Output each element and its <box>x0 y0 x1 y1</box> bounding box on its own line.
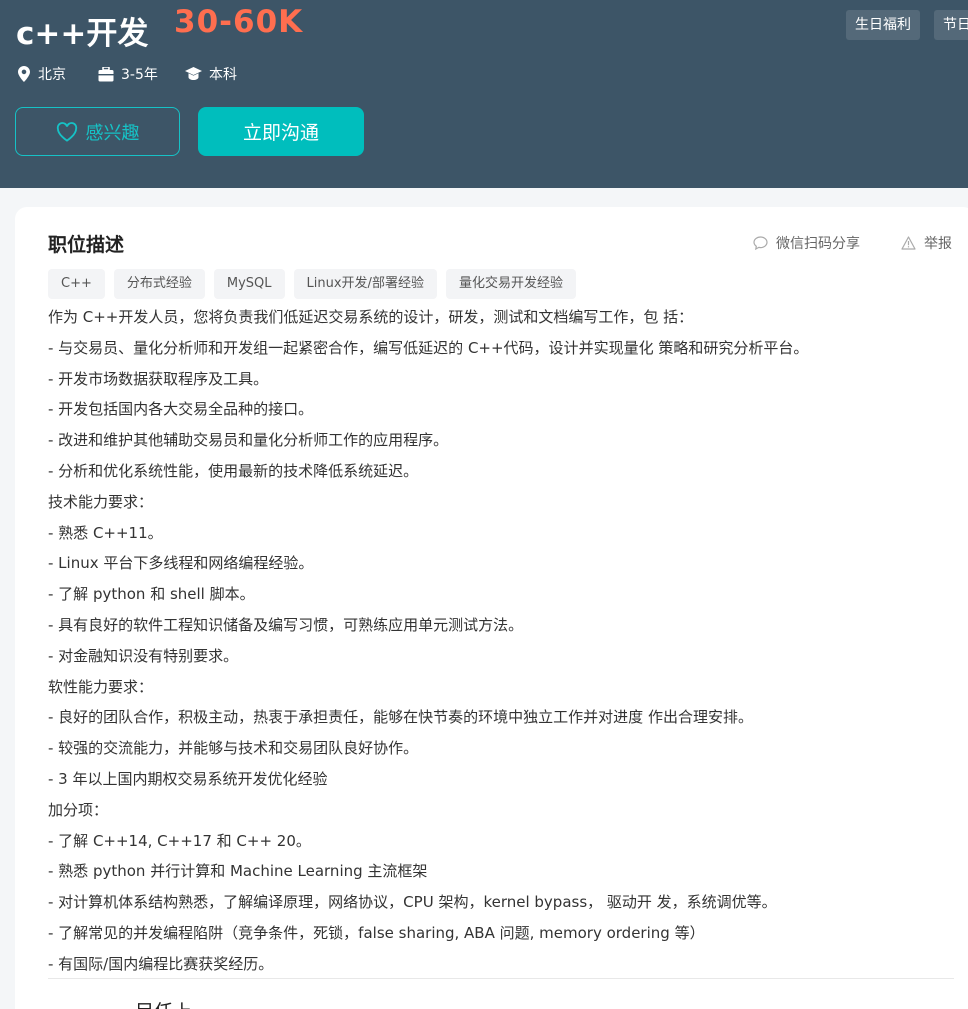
description-line: 作为 C++开发人员，您将负责我们低延迟交易系统的设计，研发，测试和文档编写工作… <box>48 308 694 326</box>
skill-tag: C++ <box>48 269 105 299</box>
description-line: - 开发包括国内各大交易全品种的接口。 <box>48 400 314 419</box>
salary: 30-60K <box>174 4 304 40</box>
benefit-tag-birthday: 生日福利 <box>846 10 920 40</box>
meta-education: 本科 <box>185 64 237 84</box>
description-line: 软性能力要求： <box>48 677 154 696</box>
description-line: - 改进和维护其他辅助交易员和量化分析师工作的应用程序。 <box>48 431 449 450</box>
wechat-share-link[interactable]: 微信扫码分享 <box>753 233 860 253</box>
description-line: - 了解 C++14, C++17 和 C++ 20。 <box>48 831 311 850</box>
report-label: 举报 <box>924 236 952 252</box>
interest-button[interactable]: 感兴趣 <box>15 107 180 156</box>
location-text: 北京 <box>38 67 66 83</box>
chat-now-button[interactable]: 立即沟通 <box>198 107 364 156</box>
skill-tag: 量化交易开发经验 <box>445 269 576 299</box>
report-link[interactable]: 举报 <box>901 233 952 253</box>
description-line: - 了解 python 和 shell 脚本。 <box>48 585 255 604</box>
description-line: - 开发市场数据获取程序及工具。 <box>48 369 269 388</box>
job-description-card: 职位描述 微信扫码分享 举报 C++ 分布式经验 MySQL Linux开发/部… <box>15 207 968 1009</box>
job-header: c++开发 30-60K 生日福利 节日 北京 3-5年 本科 感兴趣 立即沟通 <box>0 0 968 188</box>
description-line: - 熟悉 python 并行计算和 Machine Learning 主流框架 <box>48 862 428 881</box>
skill-tag: Linux开发/部署经验 <box>293 269 437 299</box>
section-divider <box>48 978 954 979</box>
job-title: c++开发 <box>16 16 149 52</box>
description-line: 加分项： <box>48 800 109 819</box>
meta-location: 北京 <box>17 64 66 84</box>
benefit-tag-holiday: 节日 <box>934 10 968 40</box>
job-description-text: 作为 C++开发人员，您将负责我们低延迟交易系统的设计，研发，测试和文档编写工作… <box>48 302 948 980</box>
description-line: - Linux 平台下多线程和网络编程经验。 <box>48 554 314 573</box>
description-line: - 较强的交流能力，并能够与技术和交易团队良好协作。 <box>48 739 419 758</box>
education-text: 本科 <box>209 67 237 83</box>
description-line: - 对金融知识没有特别要求。 <box>48 646 239 665</box>
description-line: - 熟悉 C++11。 <box>48 523 163 542</box>
description-line: - 对计算机体系结构熟悉，了解编译原理，网络协议，CPU 架构，kernel b… <box>48 893 777 912</box>
graduation-cap-icon <box>185 67 202 80</box>
description-line: - 分析和优化系统性能，使用最新的技术降低系统延迟。 <box>48 461 419 480</box>
share-label: 微信扫码分享 <box>776 236 860 252</box>
warning-icon <box>901 236 916 250</box>
description-line: 技术能力要求： <box>48 492 154 511</box>
skill-tags: C++ 分布式经验 MySQL Linux开发/部署经验 量化交易开发经验 <box>48 269 585 299</box>
location-pin-icon <box>18 66 30 82</box>
experience-text: 3-5年 <box>121 67 158 83</box>
section-title: 职位描述 <box>48 234 125 256</box>
description-line: - 与交易员、量化分析师和开发组一起紧密合作，编写低延迟的 C++代码，设计并实… <box>48 338 809 357</box>
heart-icon <box>56 121 77 142</box>
description-line: - 3 年以上国内期权交易系统开发优化经验 <box>48 769 328 788</box>
interest-label: 感兴趣 <box>85 122 140 143</box>
description-line: - 有国际/国内编程比赛获奖经历。 <box>48 954 274 973</box>
briefcase-icon <box>98 66 114 81</box>
skill-tag: MySQL <box>213 269 285 299</box>
description-line: - 了解常见的并发编程陷阱（竞争条件，死锁，false sharing, ABA… <box>48 923 705 942</box>
meta-experience: 3-5年 <box>98 64 158 84</box>
skill-tag: 分布式经验 <box>113 269 205 299</box>
next-section-title: 目任上 <box>135 997 192 1009</box>
chat-bubble-icon <box>753 236 768 250</box>
description-line: - 良好的团队合作，积极主动，热衷于承担责任，能够在快节奏的环境中独立工作并对进… <box>48 708 753 727</box>
description-line: - 具有良好的软件工程知识储备及编写习惯，可熟练应用单元测试方法。 <box>48 615 524 634</box>
